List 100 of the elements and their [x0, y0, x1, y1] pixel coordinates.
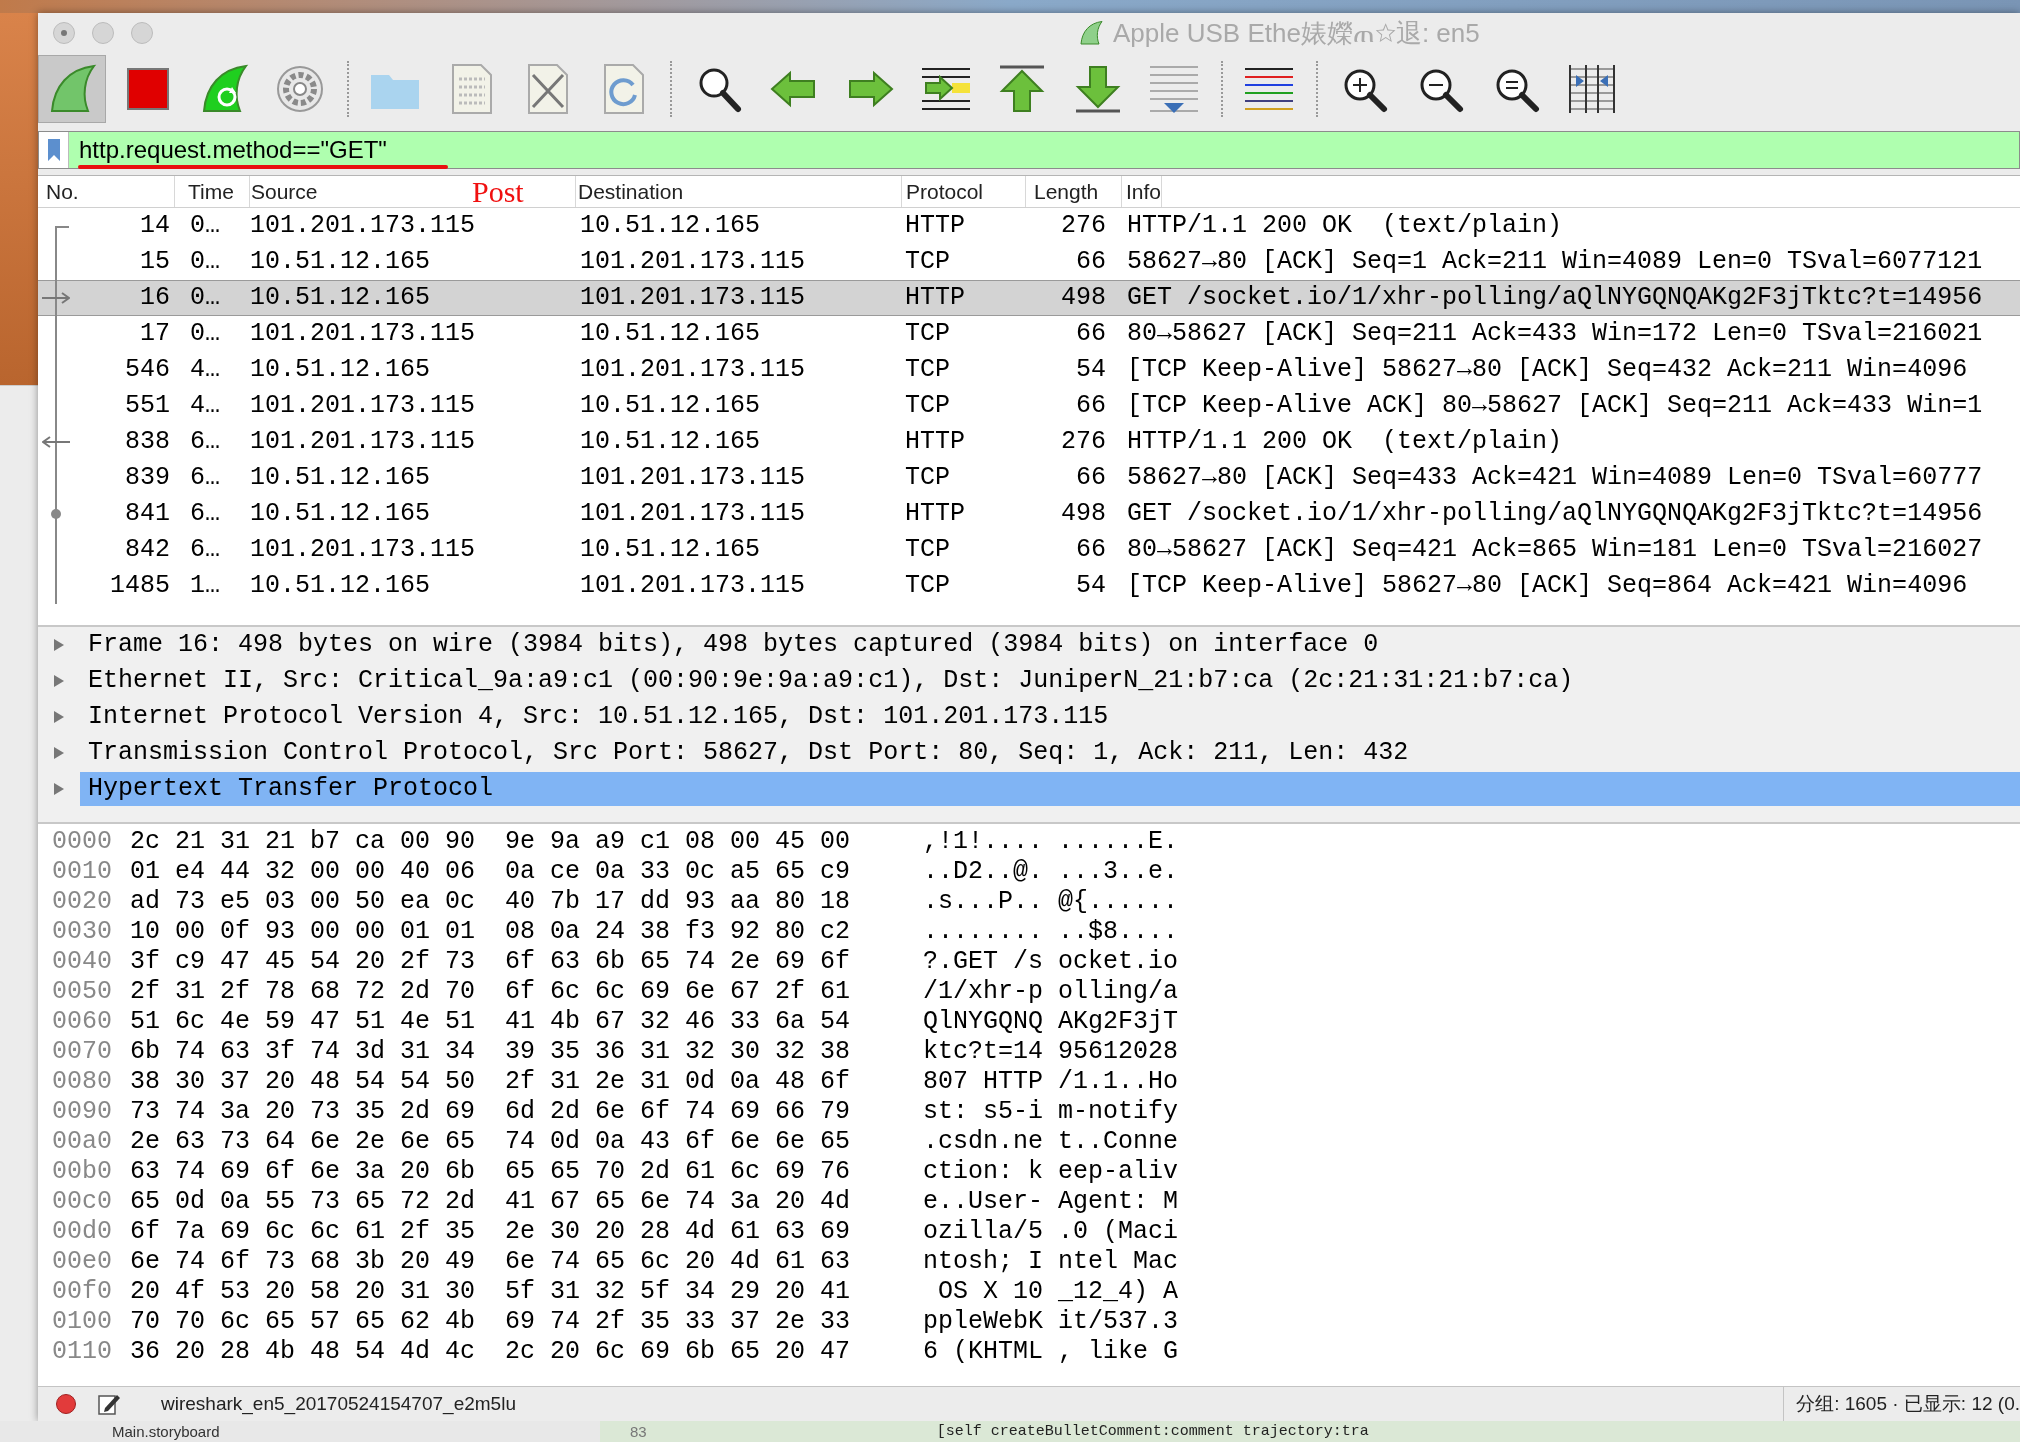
hex-bytes: 38 30 37 20 48 54 54 50 2f 31 2e 31 0d 0a 48 6f	[130, 1067, 851, 1097]
packet-counts: 分组: 1605 · 已显示: 12 (0.	[1796, 1391, 2020, 1416]
table-cell: 101.201.173.115	[580, 571, 806, 601]
ascii-bytes: ..D2..@. ...3..e.	[923, 856, 1179, 889]
table-cell: 10.51.12.165	[580, 535, 761, 565]
packet-row[interactable]: 15 0… 10.51.12.165 101.201.173.115 TCP 66 58627→80 [ACK] Seq=1 Ack=211 Win=4089 Len=0 TSval=6077121	[38, 244, 2020, 280]
byte-offset: 0010	[52, 857, 112, 887]
ascii-bytes: /1/xhr-p olling/a	[923, 976, 1179, 1009]
column-header[interactable]: Length	[1034, 176, 1099, 208]
hex-bytes: 01 e4 44 32 00 00 40 06 0a ce 0a 33 0c a5 65 c9	[130, 857, 851, 887]
table-cell: 0…	[190, 247, 220, 277]
packet-row[interactable]: 14 0… 101.201.173.115 10.51.12.165 HTTP 276 HTTP/1.1 200 OK (text/plain)	[38, 208, 2020, 244]
column-header[interactable]: Destination	[578, 176, 684, 208]
packet-row[interactable]: 551 4… 101.201.173.115 10.51.12.165 TCP 66 [TCP Keep-Alive ACK] 80→58627 [ACK] Seq=211 Ack=433 Win=1	[38, 388, 2020, 424]
start-capture-button[interactable]	[38, 55, 106, 123]
ascii-bytes: .s...P.. @{......	[923, 886, 1179, 919]
handwritten-annotation: Post	[471, 176, 525, 208]
table-cell: [TCP Keep-Alive] 58627→80 [ACK] Seq=432 Ack=211 Win=4096	[1127, 355, 1968, 385]
table-cell: 4…	[190, 391, 220, 421]
byte-offset: 00e0	[52, 1247, 112, 1277]
ascii-bytes: .csdn.ne t..Conne	[923, 1126, 1179, 1159]
capture-file-name: wireshark_en5_20170524154707_e2m5lu	[161, 1391, 516, 1417]
hex-bytes: 2f 31 2f 78 68 72 2d 70 6f 6c 6c 69 6e 67 2f 61	[130, 977, 851, 1007]
ascii-bytes: ppleWebK it/537.3	[923, 1306, 1179, 1339]
hex-bytes: 63 74 69 6f 6e 3a 20 6b 65 65 70 2d 61 6c 69 76	[130, 1157, 851, 1187]
expand-triangle-icon[interactable]	[53, 746, 65, 760]
hex-bytes: 73 74 3a 20 73 35 2d 69 6d 2d 6e 6f 74 69 66 79	[130, 1097, 851, 1127]
table-cell-text: 1485	[110, 570, 170, 603]
packet-row[interactable]: 16 0… 10.51.12.165 101.201.173.115 HTTP 498 GET /socket.io/1/xhr-polling/aQlNYGQNQAKg2F3jTktc?t=14956	[38, 280, 2020, 316]
table-cell-text: 66	[1076, 534, 1106, 567]
table-cell: 101.201.173.115	[580, 499, 806, 529]
byte-offset: 0090	[52, 1097, 112, 1127]
hex-bytes: 20 4f 53 20 58 20 31 30 5f 31 32 5f 34 29 20 41	[130, 1277, 851, 1307]
table-cell: HTTP/1.1 200 OK (text/plain)	[1127, 211, 1563, 241]
table-cell: HTTP/1.1 200 OK (text/plain)	[1127, 427, 1563, 457]
packet-row[interactable]: 842 6… 101.201.173.115 10.51.12.165 TCP 66 80→58627 [ACK] Seq=421 Ack=865 Win=181 Len=0 TSval=216027	[38, 532, 2020, 568]
table-cell: [TCP Keep-Alive ACK] 80→58627 [ACK] Seq=211 Ack=433 Win=1	[1127, 391, 1983, 421]
table-cell: 6…	[190, 463, 220, 493]
table-cell: 80→58627 [ACK] Seq=421 Ack=865 Win=181 Len=0 TSval=216027	[1127, 535, 1983, 565]
packet-row[interactable]: 839 6… 10.51.12.165 101.201.173.115 TCP 66 58627→80 [ACK] Seq=433 Ack=421 Win=4089 Len=0 TSval=60777	[38, 460, 2020, 496]
table-cell-text: 54	[1076, 570, 1106, 603]
column-header[interactable]: Info	[1126, 176, 1162, 208]
expand-triangle-icon[interactable]	[53, 638, 65, 652]
table-cell: TCP	[905, 463, 950, 493]
byte-offset: 0020	[52, 887, 112, 917]
table-cell-text: 66	[1076, 246, 1106, 279]
detail-row[interactable]: Transmission Control Protocol, Src Port: 58627, Dst Port: 80, Seq: 1, Ack: 211, Len: 432	[38, 735, 2020, 771]
capture-status-icon[interactable]	[56, 1394, 76, 1414]
packet-row[interactable]: 17 0… 101.201.173.115 10.51.12.165 TCP 66 80→58627 [ACK] Seq=211 Ack=433 Win=172 Len=0 TSval=216021	[38, 316, 2020, 352]
byte-offset: 00d0	[52, 1217, 112, 1247]
hex-bytes: 10 00 0f 93 00 00 01 01 08 0a 24 38 f3 92 80 c2	[130, 917, 851, 947]
expand-triangle-icon[interactable]	[53, 782, 65, 796]
table-cell: 101.201.173.115	[580, 283, 806, 313]
column-header[interactable]: Time	[188, 176, 234, 208]
table-cell: 58627→80 [ACK] Seq=1 Ack=211 Win=4089 Len=0 TSval=6077121	[1127, 247, 1983, 277]
detail-row[interactable]: Frame 16: 498 bytes on wire (3984 bits), 498 bytes captured (3984 bits) on interface 0	[38, 627, 2020, 663]
table-cell-text: 841	[125, 498, 170, 531]
hex-bytes: 36 20 28 4b 48 54 4d 4c 2c 20 6c 69 6b 65 20 47	[130, 1337, 851, 1367]
table-cell: TCP	[905, 355, 950, 385]
hex-bytes: 51 6c 4e 59 47 51 4e 51 41 4b 67 32 46 33 6a 54	[130, 1007, 851, 1037]
expand-triangle-icon[interactable]	[53, 710, 65, 724]
packet-row[interactable]: 1485 1… 10.51.12.165 101.201.173.115 TCP 54 [TCP Keep-Alive] 58627→80 [ACK] Seq=864 Ack=421 Win=4096	[38, 568, 2020, 604]
detail-row[interactable]: Ethernet II, Src: Critical_9a:a9:c1 (00:90:9e:9a:a9:c1), Dst: JuniperN_21:b7:ca (2c:21:31:21:b7:ca)	[38, 663, 2020, 699]
close-window-button[interactable]	[53, 22, 75, 44]
table-cell-text: 838	[125, 426, 170, 459]
table-cell-text: 498	[1061, 498, 1106, 531]
packet-row[interactable]: 841 6… 10.51.12.165 101.201.173.115 HTTP 498 GET /socket.io/1/xhr-polling/aQlNYGQNQAKg2F3jTktc?t=14956	[38, 496, 2020, 532]
table-cell: TCP	[905, 247, 950, 277]
packet-row[interactable]: 838 6… 101.201.173.115 10.51.12.165 HTTP 276 HTTP/1.1 200 OK (text/plain)	[38, 424, 2020, 460]
table-cell: 0…	[190, 283, 220, 313]
hex-bytes: 6b 74 63 3f 74 3d 31 34 39 35 36 31 32 30 32 38	[130, 1037, 851, 1067]
conversation-line	[55, 244, 57, 280]
edit-icon[interactable]	[97, 1392, 121, 1416]
byte-offset: 00c0	[52, 1187, 112, 1217]
byte-offset: 0060	[52, 1007, 112, 1037]
table-cell: 101.201.173.115	[250, 427, 476, 457]
table-cell-text: 15	[140, 246, 170, 279]
hex-bytes: 70 70 6c 65 57 65 62 4b 69 74 2f 35 33 37 2e 33	[130, 1307, 851, 1337]
ascii-bytes: QlNYGQNQ AKg2F3jT	[923, 1006, 1179, 1039]
expand-triangle-icon[interactable]	[53, 674, 65, 688]
detail-row[interactable]: Internet Protocol Version 4, Src: 10.51.12.165, Dst: 101.201.173.115	[38, 699, 2020, 735]
table-cell-text: 54	[1076, 354, 1106, 387]
column-header[interactable]: Source	[251, 176, 318, 208]
table-cell: 10.51.12.165	[250, 499, 431, 529]
table-cell: 101.201.173.115	[250, 391, 476, 421]
filter-field[interactable]: http.request.method=="GET"	[38, 131, 2020, 169]
byte-offset: 00b0	[52, 1157, 112, 1187]
column-header[interactable]: Protocol	[906, 176, 984, 208]
ascii-bytes: ?.GET /s ocket.io	[923, 946, 1179, 979]
table-cell: HTTP	[905, 427, 965, 457]
table-cell-text: 66	[1076, 462, 1106, 495]
table-cell-text: 276	[1061, 426, 1106, 459]
ascii-bytes: ........ ..$8....	[923, 916, 1179, 949]
column-header[interactable]: No.	[46, 176, 79, 208]
hex-bytes: ad 73 e5 03 00 50 ea 0c 40 7b 17 dd 93 aa 80 18	[130, 887, 851, 917]
table-cell: GET /socket.io/1/xhr-polling/aQlNYGQNQAKg2F3jTktc?t=14956	[1127, 499, 1983, 529]
table-cell: 101.201.173.115	[580, 355, 806, 385]
table-cell-text: 16	[140, 282, 170, 315]
packet-row[interactable]: 546 4… 10.51.12.165 101.201.173.115 TCP 54 [TCP Keep-Alive] 58627→80 [ACK] Seq=432 Ack=211 Win=4096	[38, 352, 2020, 388]
table-cell: 1…	[190, 571, 220, 601]
